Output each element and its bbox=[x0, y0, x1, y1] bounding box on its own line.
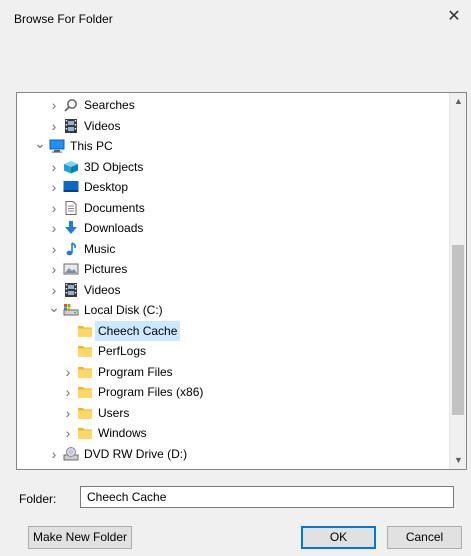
tree-item[interactable]: › Downloads bbox=[17, 218, 448, 239]
tree-item[interactable]: › Desktop bbox=[17, 177, 448, 198]
tree-item-label: Pictures bbox=[84, 262, 128, 276]
folder-icon bbox=[77, 406, 93, 420]
tree-item-label: Videos bbox=[84, 282, 121, 297]
chevron-down-icon[interactable]: ⌄ bbox=[48, 300, 60, 320]
chevron-right-icon[interactable]: › bbox=[48, 218, 60, 238]
computer-icon bbox=[49, 139, 65, 153]
tree-item[interactable]: › Users bbox=[17, 403, 448, 424]
tree-item-label: Videos bbox=[84, 118, 121, 133]
chevron-right-icon[interactable]: › bbox=[48, 280, 60, 300]
chevron-right-icon[interactable]: › bbox=[48, 95, 60, 115]
chevron-right-icon[interactable]: › bbox=[48, 444, 60, 464]
folder-icon bbox=[77, 324, 93, 338]
tree-item-label: Program Files (x86) bbox=[98, 385, 204, 399]
chevron-right-icon[interactable]: › bbox=[62, 382, 74, 402]
folder-icon bbox=[77, 385, 93, 399]
tree-item-label: PerfLogs bbox=[98, 344, 147, 358]
tree-item[interactable]: › Program Files (x86) bbox=[17, 382, 448, 403]
scrollbar-thumb[interactable] bbox=[452, 245, 464, 415]
chevron-right-icon[interactable]: › bbox=[48, 259, 60, 279]
title-bar: Browse For Folder ✕ bbox=[0, 0, 471, 40]
folder-tree[interactable]: › Searches › Videos ⌄ This PC › 3D Objects › Desk… bbox=[16, 92, 467, 470]
tree-item[interactable]: › Music bbox=[17, 239, 448, 260]
tree-item-label: 3D Objects bbox=[84, 159, 144, 174]
tree-item-label: Desktop bbox=[84, 180, 129, 194]
music-note-icon bbox=[63, 241, 79, 256]
tree-item-label: Searches bbox=[84, 98, 135, 112]
scroll-down-icon[interactable]: ▼ bbox=[450, 452, 466, 469]
tree-item[interactable]: › Pictures bbox=[17, 259, 448, 280]
make-new-folder-button[interactable]: Make New Folder bbox=[28, 526, 132, 549]
tree-item-label: DVD RW Drive (D:) bbox=[84, 446, 188, 461]
tree-item[interactable]: › Documents bbox=[17, 198, 448, 219]
chevron-right-icon[interactable]: › bbox=[48, 116, 60, 136]
tree-item-label: Windows bbox=[98, 426, 147, 440]
folder-label: Folder: bbox=[19, 492, 57, 506]
chevron-down-icon[interactable]: ⌄ bbox=[34, 136, 46, 156]
drive-icon bbox=[63, 303, 79, 317]
tree-item[interactable]: › Program Files bbox=[17, 362, 448, 383]
film-icon bbox=[63, 282, 79, 297]
desktop-icon bbox=[63, 180, 79, 194]
film-icon bbox=[63, 118, 79, 133]
folder-icon bbox=[77, 365, 93, 379]
tree-item[interactable]: › DVD RW Drive (D:) bbox=[17, 444, 448, 465]
tree-item-label: This PC bbox=[70, 139, 113, 153]
picture-icon bbox=[63, 262, 79, 276]
folder-icon bbox=[77, 426, 93, 440]
tree-item[interactable]: ⌄ This PC bbox=[17, 136, 448, 157]
close-button[interactable]: ✕ bbox=[443, 6, 465, 28]
document-icon bbox=[63, 200, 79, 215]
tree-rows: › Searches › Videos ⌄ This PC › 3D Objects › Desk… bbox=[17, 95, 448, 464]
chevron-right-icon[interactable]: › bbox=[62, 423, 74, 443]
tree-item[interactable]: › Videos bbox=[17, 116, 448, 137]
tree-item-label: Documents bbox=[84, 200, 145, 215]
tree-item[interactable]: PerfLogs bbox=[17, 341, 448, 362]
search-icon bbox=[63, 98, 79, 112]
chevron-right-icon[interactable]: › bbox=[48, 177, 60, 197]
folder-icon bbox=[77, 344, 93, 358]
tree-item[interactable]: › Videos bbox=[17, 280, 448, 301]
chevron-right-icon[interactable]: › bbox=[62, 362, 74, 382]
download-icon bbox=[63, 221, 79, 235]
tree-item[interactable]: › 3D Objects bbox=[17, 157, 448, 178]
chevron-right-icon[interactable]: › bbox=[48, 198, 60, 218]
dvd-drive-icon bbox=[63, 446, 79, 461]
scroll-up-icon[interactable]: ▲ bbox=[450, 93, 466, 110]
dialog-title: Browse For Folder bbox=[14, 12, 113, 26]
cancel-button[interactable]: Cancel bbox=[387, 526, 462, 549]
tree-item-label: Cheech Cache bbox=[95, 320, 181, 341]
tree-item[interactable]: ⌄ Local Disk (C:) bbox=[17, 300, 448, 321]
chevron-right-icon[interactable]: › bbox=[48, 239, 60, 259]
tree-item-label: Downloads bbox=[84, 221, 144, 235]
tree-item[interactable]: › Windows bbox=[17, 423, 448, 444]
tree-item[interactable]: Cheech Cache bbox=[17, 320, 448, 342]
tree-item[interactable]: › Searches bbox=[17, 95, 448, 116]
folder-input[interactable] bbox=[80, 486, 454, 508]
ok-button[interactable]: OK bbox=[301, 526, 376, 549]
vertical-scrollbar[interactable]: ▲ ▼ bbox=[449, 93, 466, 469]
tree-item-label: Program Files bbox=[98, 364, 173, 379]
chevron-right-icon[interactable]: › bbox=[48, 157, 60, 177]
tree-item-label: Local Disk (C:) bbox=[84, 303, 163, 317]
tree-item-label: Music bbox=[84, 241, 116, 256]
cube-icon bbox=[63, 160, 79, 174]
tree-item-label: Users bbox=[98, 405, 130, 420]
chevron-right-icon[interactable]: › bbox=[62, 403, 74, 423]
